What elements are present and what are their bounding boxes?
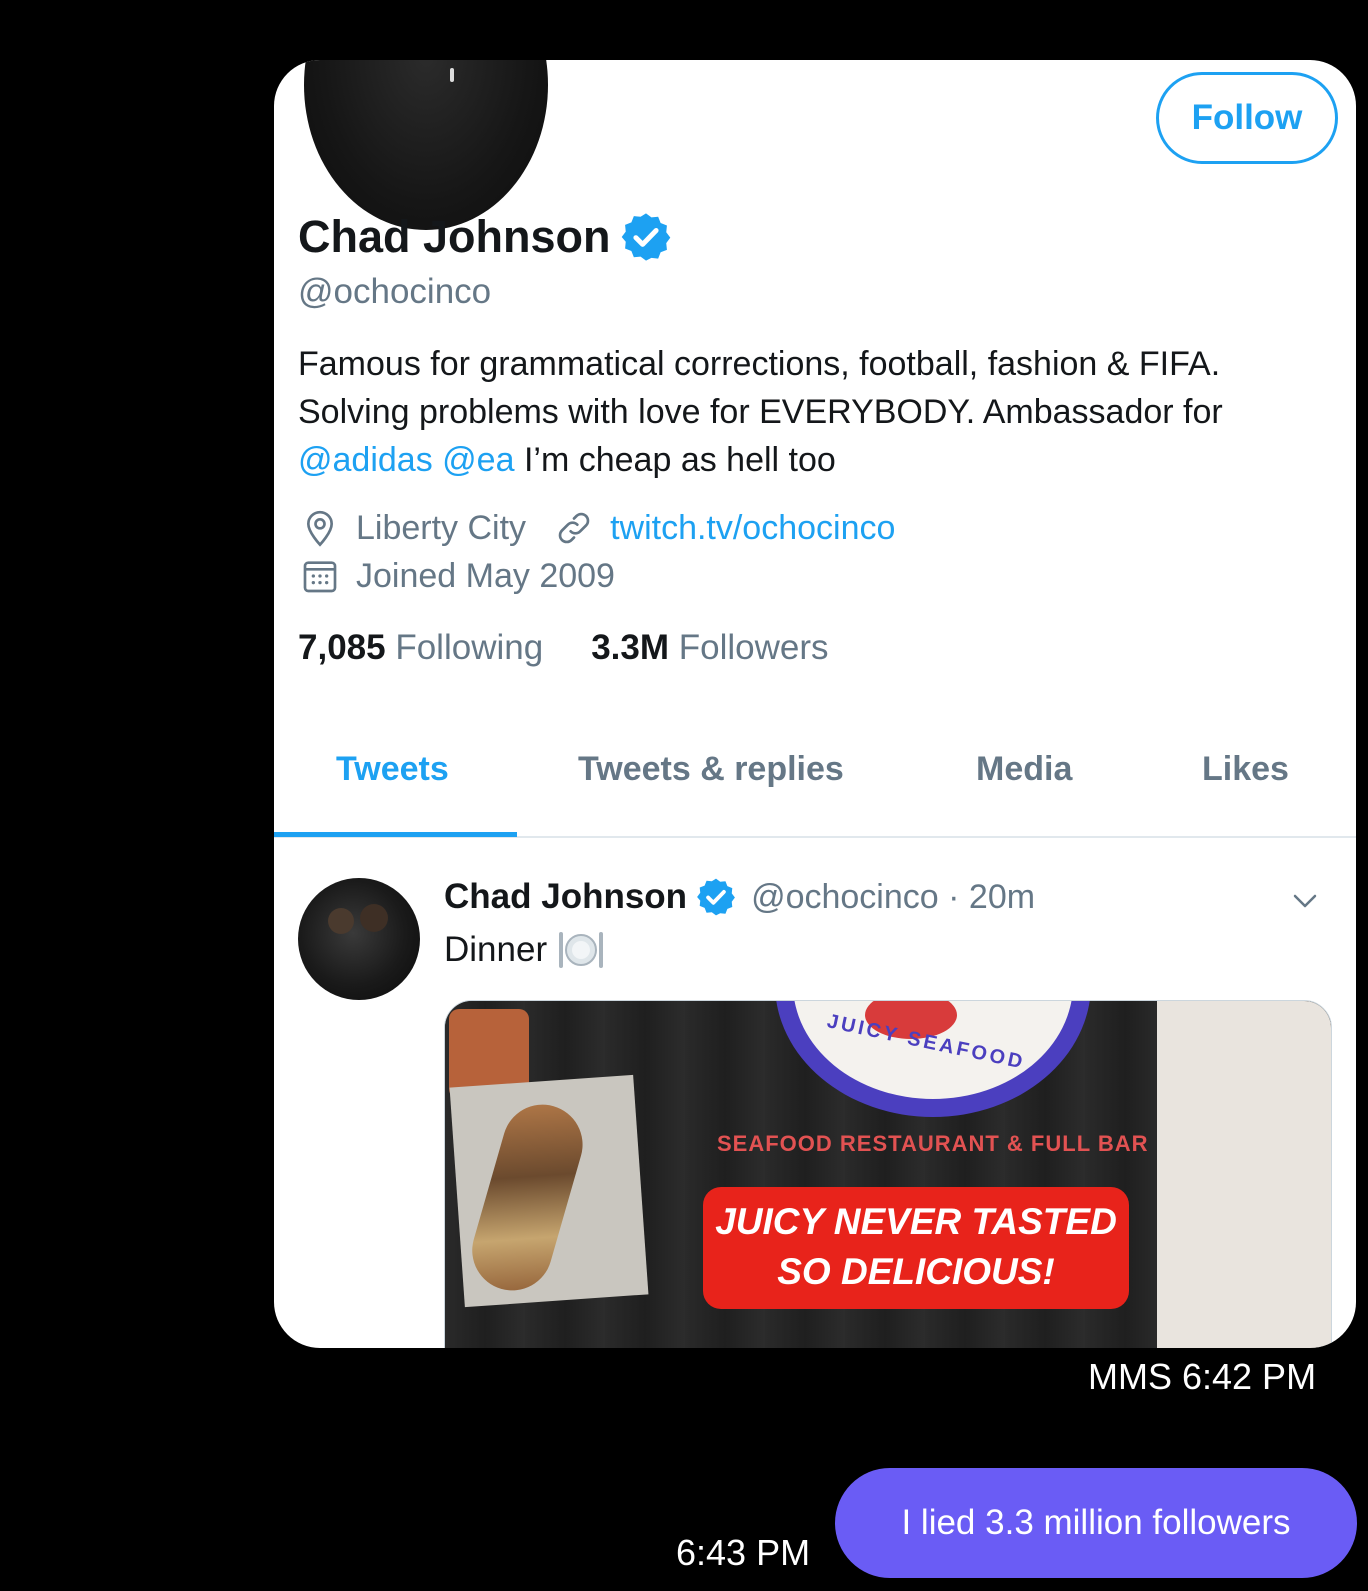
tweet-separator: ·	[938, 877, 969, 916]
profile-location: Liberty City	[356, 508, 527, 547]
profile-bio: Famous for grammatical corrections, foot…	[298, 340, 1338, 484]
slogan-line: JUICY NEVER TASTED	[715, 1201, 1117, 1242]
followers-label: Followers	[678, 628, 829, 667]
chevron-down-icon[interactable]	[1290, 886, 1320, 916]
profile-handle: @ochocinco	[298, 272, 492, 311]
slogan-line: SO DELICIOUS!	[777, 1251, 1055, 1292]
profile-meta-row: Liberty City twitch.tv/ochocinco	[300, 508, 895, 548]
sent-timestamp: 6:43 PM	[676, 1532, 811, 1573]
following-count: 7,085	[298, 628, 386, 667]
restaurant-subtitle: SEAFOOD RESTAURANT & FULL BAR	[717, 1131, 1149, 1156]
tweet-header: Chad Johnson @ochocinco · 20m	[444, 876, 1035, 918]
following-label: Following	[395, 628, 544, 667]
tweet-body: Dinner	[444, 930, 548, 969]
food-photo	[449, 1074, 649, 1308]
mention-link-adidas[interactable]: @adidas	[298, 441, 433, 479]
profile-joined-row: Joined May 2009	[300, 556, 615, 596]
profile-joined-date: Joined May 2009	[356, 556, 615, 595]
bio-line: Solving problems with love for EVERYBODY…	[298, 393, 1223, 431]
profile-tabs: Tweets Tweets & replies Media Likes	[274, 736, 1356, 838]
profile-avatar[interactable]	[304, 60, 548, 230]
calendar-icon	[303, 561, 337, 593]
link-icon	[558, 512, 590, 544]
slogan-banner: JUICY NEVER TASTED SO DELICIOUS!	[703, 1187, 1129, 1309]
tab-likes[interactable]: Likes	[1202, 750, 1289, 789]
mention-link-ea[interactable]: @ea	[442, 441, 514, 479]
tab-tweets-replies[interactable]: Tweets & replies	[578, 750, 844, 789]
tweet-media-image[interactable]: JUICY SEAFOOD SEAFOOD RESTAURANT & FULL …	[444, 1000, 1332, 1348]
tweet-author-name[interactable]: Chad Johnson	[444, 877, 687, 917]
tweet-author-handle[interactable]: @ochocinco	[751, 878, 939, 917]
verified-badge-icon	[621, 213, 670, 261]
tweet-time[interactable]: 20m	[969, 878, 1035, 917]
tweet-text: Dinner	[444, 928, 605, 972]
tab-tweets[interactable]: Tweets	[336, 750, 449, 789]
sent-message-bubble[interactable]: I lied 3.3 million followers	[835, 1468, 1357, 1578]
followers-count: 3.3M	[591, 628, 669, 667]
bio-line: @adidas @ea I’m cheap as hell too	[298, 436, 1338, 484]
followers-stat[interactable]: 3.3M Followers	[591, 628, 828, 668]
following-stat[interactable]: 7,085 Following	[298, 628, 543, 668]
follow-button[interactable]: Follow	[1156, 72, 1338, 164]
location-pin-icon	[306, 510, 334, 547]
profile-stats: 7,085 Following 3.3M Followers	[298, 628, 877, 668]
tweet-avatar[interactable]	[298, 878, 420, 1000]
embedded-tweet-card[interactable]: Follow Chad Johnson @ochocinco Famous fo…	[274, 60, 1356, 1348]
bio-line: Famous for grammatical corrections, foot…	[298, 345, 1221, 383]
profile-website-link[interactable]: twitch.tv/ochocinco	[610, 509, 895, 548]
plate-cutlery-icon	[559, 932, 604, 968]
active-tab-indicator	[274, 832, 517, 837]
verified-badge-icon	[697, 878, 735, 916]
bio-text: I’m cheap as hell too	[514, 441, 836, 479]
profile-name-row: Chad Johnson	[298, 210, 673, 264]
tab-media[interactable]: Media	[976, 750, 1072, 789]
profile-name: Chad Johnson	[298, 211, 611, 262]
mms-timestamp: MMS 6:42 PM	[1088, 1356, 1317, 1397]
